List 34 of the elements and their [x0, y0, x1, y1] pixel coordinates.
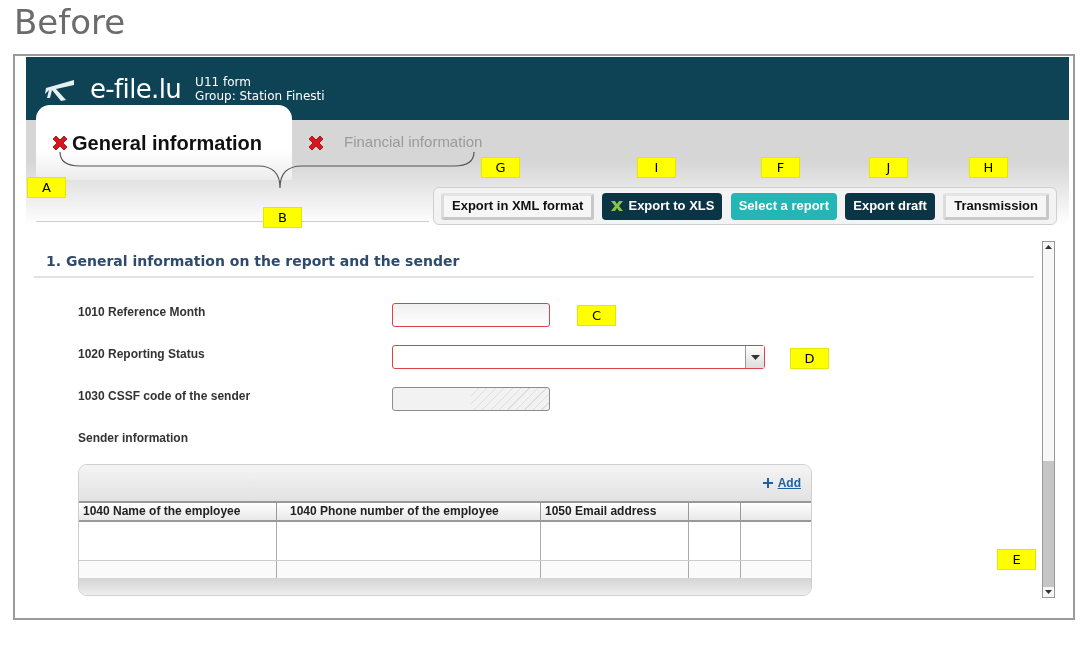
- column-header: 1050 Email address: [541, 503, 689, 520]
- caption-title: Before: [14, 1, 127, 44]
- scroll-thumb[interactable]: [1043, 461, 1054, 587]
- dropdown-caret-icon: [750, 354, 760, 360]
- column-header: 1040 Name of the employee: [79, 503, 277, 520]
- section-title: 1. General information on the report and the sender: [34, 251, 1034, 278]
- status-dropdown[interactable]: [392, 345, 765, 369]
- callout-label: C: [577, 305, 616, 326]
- field-label: 1020 Reporting Status: [78, 346, 206, 363]
- callout-label: G: [481, 157, 520, 178]
- field-label: 1010 Reference Month: [78, 304, 207, 321]
- add-link[interactable]: Add: [777, 474, 801, 492]
- callout-label: B: [263, 207, 302, 228]
- column-header: 1040 Phone number of the employee: [277, 503, 541, 520]
- scroll-up-icon[interactable]: [1043, 242, 1054, 252]
- field-label: 1030 CSSF code of the sender: [78, 388, 252, 405]
- toolbar-button[interactable]: Export to XLS: [602, 192, 723, 220]
- callout-label: E: [997, 549, 1036, 570]
- callout-label: F: [761, 157, 800, 178]
- callout-label: H: [969, 157, 1008, 178]
- toolbar-button[interactable]: Transmission: [943, 192, 1049, 220]
- form-name: U11 form: [195, 74, 252, 89]
- subsection-label: Sender information: [77, 430, 189, 447]
- plus-icon: [761, 477, 774, 489]
- tab[interactable]: General information: [36, 105, 292, 180]
- callout-label: A: [27, 177, 66, 198]
- brand-name: e-file.lu: [90, 75, 182, 102]
- toolbar-button[interactable]: Export in XML format: [441, 192, 595, 220]
- group-name: Group: Station Finesti: [195, 88, 325, 103]
- callout-label: D: [790, 348, 829, 369]
- callout-label: J: [869, 157, 908, 178]
- toolbar-button[interactable]: Export draft: [845, 192, 935, 220]
- callout-label: I: [637, 157, 676, 178]
- input-field[interactable]: [392, 303, 550, 327]
